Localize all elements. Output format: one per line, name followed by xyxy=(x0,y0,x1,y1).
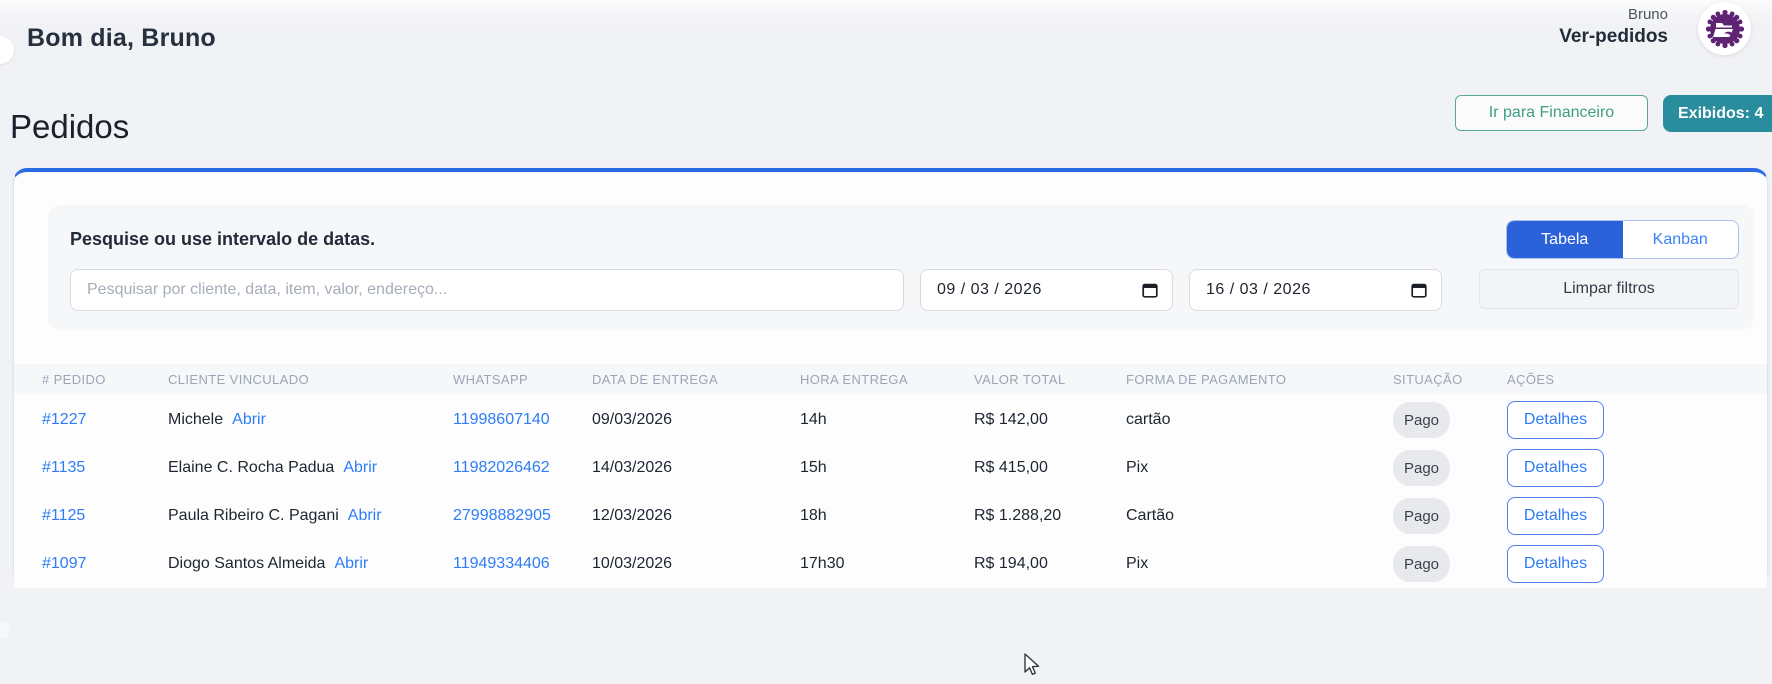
col-header-whatsapp: WHATSAPP xyxy=(453,372,592,387)
avatar[interactable] xyxy=(1698,2,1751,55)
edge-toggle-handle[interactable] xyxy=(0,36,14,64)
status-badge: Pago xyxy=(1393,546,1450,582)
user-name: Bruno xyxy=(1559,6,1668,25)
delivery-date: 09/03/2026 xyxy=(592,411,800,429)
table-row: #1135 Elaine C. Rocha Padua Abrir 119820… xyxy=(14,444,1767,492)
edge-decoration xyxy=(0,623,9,638)
col-header-cliente: CLIENTE VINCULADO xyxy=(168,372,453,387)
delivery-date: 14/03/2026 xyxy=(592,459,800,477)
order-id-link[interactable]: #1097 xyxy=(42,555,168,573)
total-value: R$ 415,00 xyxy=(974,459,1126,477)
total-value: R$ 194,00 xyxy=(974,555,1126,573)
calendar-icon[interactable] xyxy=(1142,282,1158,298)
calendar-icon[interactable] xyxy=(1411,282,1427,298)
order-id-link[interactable]: #1227 xyxy=(42,411,168,429)
toggle-tabela[interactable]: Tabela xyxy=(1507,221,1623,258)
gear-folder-icon xyxy=(1704,8,1746,50)
table-body: #1227 Michele Abrir 11998607140 09/03/20… xyxy=(14,396,1767,588)
delivery-date: 12/03/2026 xyxy=(592,507,800,525)
total-value: R$ 1.288,20 xyxy=(974,507,1126,525)
whatsapp-link[interactable]: 11998607140 xyxy=(453,411,592,429)
open-client-link[interactable]: Abrir xyxy=(343,459,377,477)
filters-heading: Pesquise ou use intervalo de datas. xyxy=(70,229,375,250)
payment-method: Pix xyxy=(1126,555,1393,573)
col-header-situacao: SITUAÇÃO xyxy=(1393,372,1507,387)
mouse-cursor xyxy=(1020,652,1042,678)
greeting-text: Bom dia, Bruno xyxy=(27,24,216,53)
details-button[interactable]: Detalhes xyxy=(1507,401,1604,439)
orders-card: Pesquise ou use intervalo de datas. Tabe… xyxy=(13,168,1768,585)
col-header-forma-pagamento: FORMA DE PAGAMENTO xyxy=(1126,372,1393,387)
clear-filters-button[interactable]: Limpar filtros xyxy=(1479,269,1739,309)
whatsapp-link[interactable]: 11949334406 xyxy=(453,555,592,573)
date-to-value: 16 / 03 / 2026 xyxy=(1206,281,1311,299)
date-from-value: 09 / 03 / 2026 xyxy=(937,281,1042,299)
details-button[interactable]: Detalhes xyxy=(1507,545,1604,583)
delivery-time: 15h xyxy=(800,459,974,477)
details-button[interactable]: Detalhes xyxy=(1507,497,1604,535)
payment-method: Pix xyxy=(1126,459,1393,477)
status-badge: Pago xyxy=(1393,450,1450,486)
open-client-link[interactable]: Abrir xyxy=(232,411,266,429)
exhibited-count-badge: Exibidos: 4 xyxy=(1663,95,1772,132)
table-row: #1097 Diogo Santos Almeida Abrir 1194933… xyxy=(14,540,1767,588)
delivery-time: 17h30 xyxy=(800,555,974,573)
status-badge: Pago xyxy=(1393,498,1450,534)
delivery-time: 14h xyxy=(800,411,974,429)
go-to-financeiro-button[interactable]: Ir para Financeiro xyxy=(1455,95,1648,131)
total-value: R$ 142,00 xyxy=(974,411,1126,429)
client-name: Diogo Santos Almeida xyxy=(168,555,325,573)
col-header-valor-total: VALOR TOTAL xyxy=(974,372,1126,387)
view-toggle: Tabela Kanban xyxy=(1506,220,1739,259)
order-id-link[interactable]: #1135 xyxy=(42,459,168,477)
table-row: #1227 Michele Abrir 11998607140 09/03/20… xyxy=(14,396,1767,444)
col-header-hora-entrega: HORA ENTREGA xyxy=(800,372,974,387)
user-block: Bruno Ver-pedidos xyxy=(1559,6,1668,49)
page-title: Pedidos xyxy=(10,108,129,146)
user-role: Ver-pedidos xyxy=(1559,25,1668,49)
client-name: Paula Ribeiro C. Pagani xyxy=(168,507,339,525)
delivery-time: 18h xyxy=(800,507,974,525)
col-header-acoes: AÇÕES xyxy=(1507,372,1767,387)
payment-method: Cartão xyxy=(1126,507,1393,525)
status-badge: Pago xyxy=(1393,402,1450,438)
col-header-data-entrega: DATA DE ENTREGA xyxy=(592,372,800,387)
table-header-row: # PEDIDO CLIENTE VINCULADO WHATSAPP DATA… xyxy=(14,364,1767,394)
open-client-link[interactable]: Abrir xyxy=(348,507,382,525)
payment-method: cartão xyxy=(1126,411,1393,429)
client-name: Elaine C. Rocha Padua xyxy=(168,459,334,477)
client-name: Michele xyxy=(168,411,223,429)
details-button[interactable]: Detalhes xyxy=(1507,449,1604,487)
table-row: #1125 Paula Ribeiro C. Pagani Abrir 2799… xyxy=(14,492,1767,540)
open-client-link[interactable]: Abrir xyxy=(334,555,368,573)
date-from-input[interactable]: 09 / 03 / 2026 xyxy=(920,269,1173,311)
whatsapp-link[interactable]: 27998882905 xyxy=(453,507,592,525)
col-header-pedido: # PEDIDO xyxy=(42,372,168,387)
toggle-kanban[interactable]: Kanban xyxy=(1623,221,1739,258)
filters-panel: Pesquise ou use intervalo de datas. Tabe… xyxy=(48,205,1754,330)
delivery-date: 10/03/2026 xyxy=(592,555,800,573)
whatsapp-link[interactable]: 11982026462 xyxy=(453,459,592,477)
top-fade xyxy=(0,0,1772,26)
date-to-input[interactable]: 16 / 03 / 2026 xyxy=(1189,269,1442,311)
search-input[interactable] xyxy=(70,269,904,311)
order-id-link[interactable]: #1125 xyxy=(42,507,168,525)
